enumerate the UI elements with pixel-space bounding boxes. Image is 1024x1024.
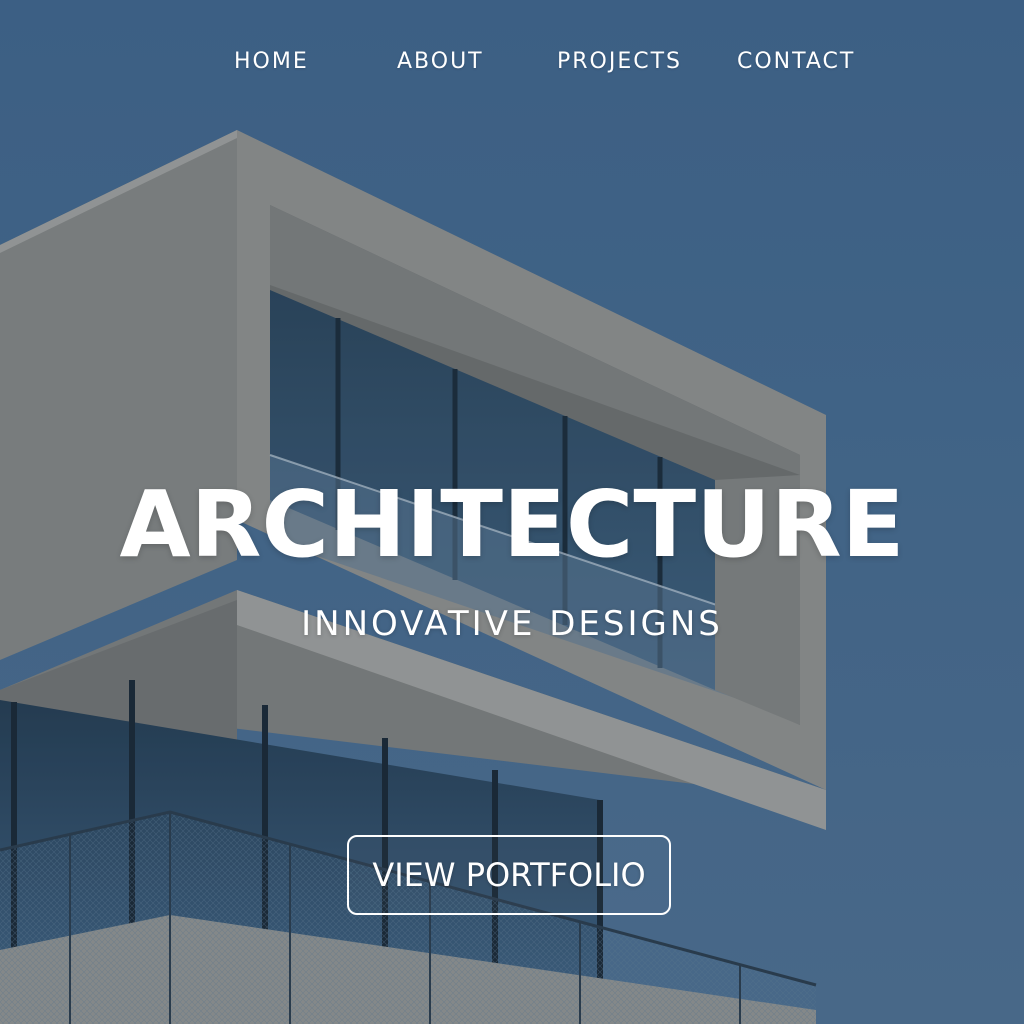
- main-nav: HOME ABOUT PROJECTS CONTACT: [0, 44, 1024, 84]
- hero-subtitle: INNOVATIVE DESIGNS: [301, 604, 723, 644]
- nav-item-contact[interactable]: CONTACT: [737, 44, 855, 80]
- nav-item-projects[interactable]: PROJECTS: [557, 44, 682, 80]
- nav-item-about[interactable]: ABOUT: [397, 44, 484, 80]
- nav-item-home[interactable]: HOME: [234, 44, 309, 80]
- hero-title: ARCHITECTURE: [119, 471, 905, 578]
- view-portfolio-button[interactable]: VIEW PORTFOLIO: [347, 835, 671, 915]
- hero-section: HOME ABOUT PROJECTS CONTACT ARCHITECTURE…: [0, 0, 1024, 1024]
